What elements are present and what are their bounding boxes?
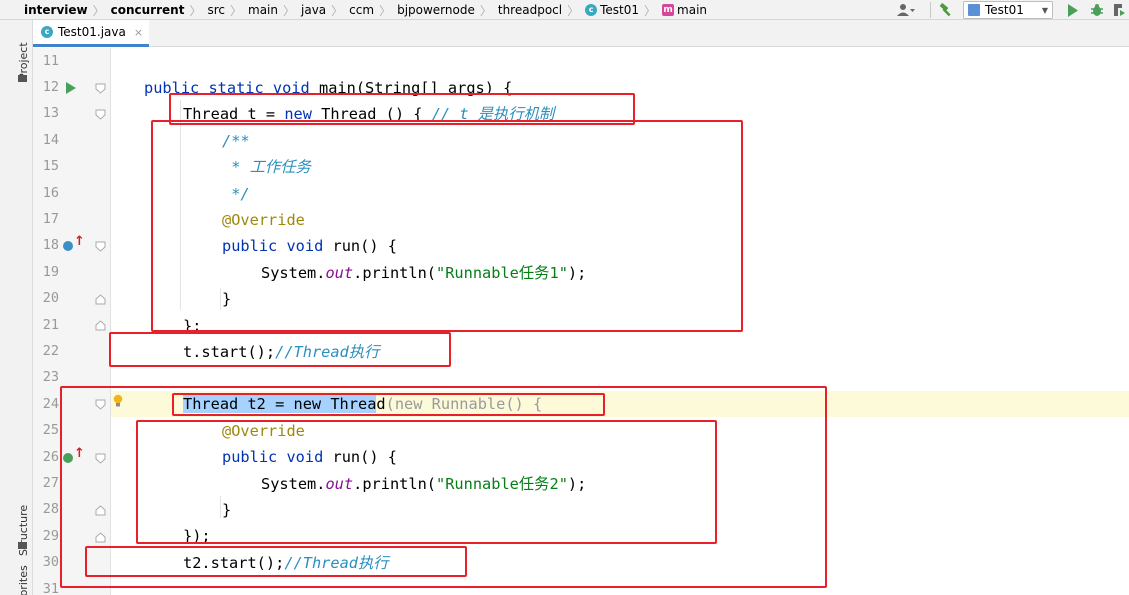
run-configuration-label: Test01 bbox=[985, 3, 1024, 17]
chevron-down-icon: ▼ bbox=[1041, 5, 1048, 15]
breadcrumb-src[interactable]: src bbox=[205, 0, 227, 20]
line-number: 28 bbox=[42, 501, 59, 517]
breadcrumb-bjpowernode[interactable]: bjpowernode bbox=[395, 0, 477, 20]
line-number: 21 bbox=[42, 317, 59, 333]
fold-icon[interactable] bbox=[95, 109, 106, 120]
chevron-right-icon: 〉 bbox=[92, 3, 105, 18]
implements-icon[interactable] bbox=[63, 241, 73, 251]
annotation-box bbox=[151, 120, 743, 332]
line-number: 15 bbox=[42, 158, 59, 174]
chevron-right-icon: 〉 bbox=[189, 3, 202, 18]
line-number: 12 bbox=[42, 79, 59, 95]
toolbar: Test01 ▼ bbox=[892, 0, 1129, 20]
user-icon[interactable] bbox=[892, 0, 920, 20]
chevron-right-icon: 〉 bbox=[229, 3, 242, 18]
breadcrumb-main-folder[interactable]: main bbox=[246, 0, 280, 20]
breadcrumb-ccm[interactable]: ccm bbox=[347, 0, 376, 20]
breadcrumb-java[interactable]: java bbox=[299, 0, 328, 20]
line-number: 30 bbox=[42, 554, 59, 570]
line-number: 14 bbox=[42, 132, 59, 148]
line-number: 27 bbox=[42, 475, 59, 491]
hammer-icon[interactable] bbox=[935, 0, 957, 20]
method-icon: m bbox=[662, 4, 675, 16]
toolbar-divider bbox=[930, 2, 931, 18]
coverage-icon[interactable] bbox=[1109, 0, 1129, 20]
line-number: 26 bbox=[42, 449, 59, 465]
editor-tab-bar: c Test01.java × bbox=[33, 20, 1129, 47]
line-number-current: 24 bbox=[42, 396, 59, 412]
breadcrumb-main-method-label: main bbox=[677, 3, 708, 17]
line-number: 22 bbox=[42, 343, 59, 359]
chevron-right-icon: 〉 bbox=[379, 3, 392, 18]
line-number: 20 bbox=[42, 290, 59, 306]
class-icon: c bbox=[585, 4, 598, 16]
annotation-box bbox=[136, 420, 717, 544]
chevron-right-icon: 〉 bbox=[567, 3, 580, 18]
class-icon: c bbox=[41, 26, 53, 38]
left-tool-strip: Project Structure Favorites bbox=[0, 20, 33, 595]
line-number: 13 bbox=[42, 105, 59, 121]
fold-end-icon[interactable] bbox=[95, 294, 106, 305]
folder-icon bbox=[18, 75, 27, 82]
line-number: 25 bbox=[42, 422, 59, 438]
tab-test01-java[interactable]: c Test01.java × bbox=[33, 20, 150, 47]
annotation-box bbox=[85, 546, 467, 577]
chevron-right-icon: 〉 bbox=[282, 3, 295, 18]
fold-icon[interactable] bbox=[95, 241, 106, 252]
breadcrumb-threadpocl[interactable]: threadpocl bbox=[496, 0, 564, 20]
breadcrumb: interview 〉 concurrent 〉 src 〉 main 〉 java 〉 … bbox=[22, 0, 709, 20]
line-number: 23 bbox=[42, 369, 59, 385]
application-icon bbox=[968, 4, 980, 16]
line-number: 16 bbox=[42, 185, 59, 201]
breadcrumb-interview[interactable]: interview bbox=[22, 0, 90, 20]
up-arrow-icon[interactable]: ↑ bbox=[74, 234, 85, 249]
fold-end-icon[interactable] bbox=[95, 320, 106, 331]
line-number: 19 bbox=[42, 264, 59, 280]
chevron-right-icon: 〉 bbox=[479, 3, 492, 18]
tab-label: Test01.java bbox=[58, 25, 126, 39]
favorites-panel-tab[interactable]: Favorites bbox=[17, 565, 30, 595]
annotation-box bbox=[172, 393, 605, 416]
line-number: 29 bbox=[42, 528, 59, 544]
line-number: 17 bbox=[42, 211, 59, 227]
debug-icon[interactable] bbox=[1085, 0, 1109, 20]
breadcrumb-test01-label: Test01 bbox=[600, 3, 640, 17]
line-number: 18 bbox=[42, 237, 59, 253]
run-icon[interactable] bbox=[1061, 0, 1085, 20]
line-number: 11 bbox=[42, 53, 59, 69]
breadcrumb-test01[interactable]: c Test01 bbox=[583, 0, 641, 20]
close-icon[interactable]: × bbox=[134, 26, 143, 39]
run-gutter-icon[interactable] bbox=[66, 82, 76, 94]
fold-icon[interactable] bbox=[95, 83, 106, 94]
breadcrumb-concurrent[interactable]: concurrent bbox=[109, 0, 187, 20]
breadcrumb-main-method[interactable]: m main bbox=[660, 0, 709, 20]
annotation-box bbox=[109, 332, 451, 367]
navigation-bar: interview 〉 concurrent 〉 src 〉 main 〉 java 〉 … bbox=[0, 0, 1129, 20]
run-configuration-select[interactable]: Test01 ▼ bbox=[963, 1, 1053, 19]
structure-icon bbox=[18, 542, 27, 549]
line-number: 31 bbox=[42, 581, 59, 595]
chevron-right-icon: 〉 bbox=[331, 3, 344, 18]
chevron-right-icon: 〉 bbox=[644, 3, 657, 18]
